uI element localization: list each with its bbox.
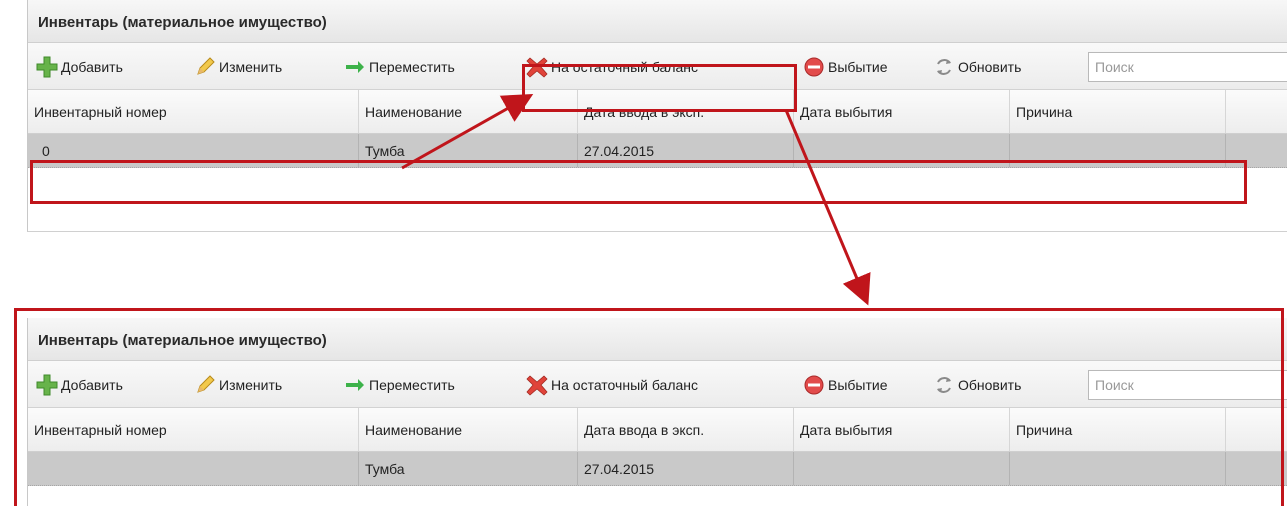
arrow-icon xyxy=(784,109,871,306)
arrow-icon xyxy=(401,94,534,170)
annotation-arrows xyxy=(401,94,871,306)
